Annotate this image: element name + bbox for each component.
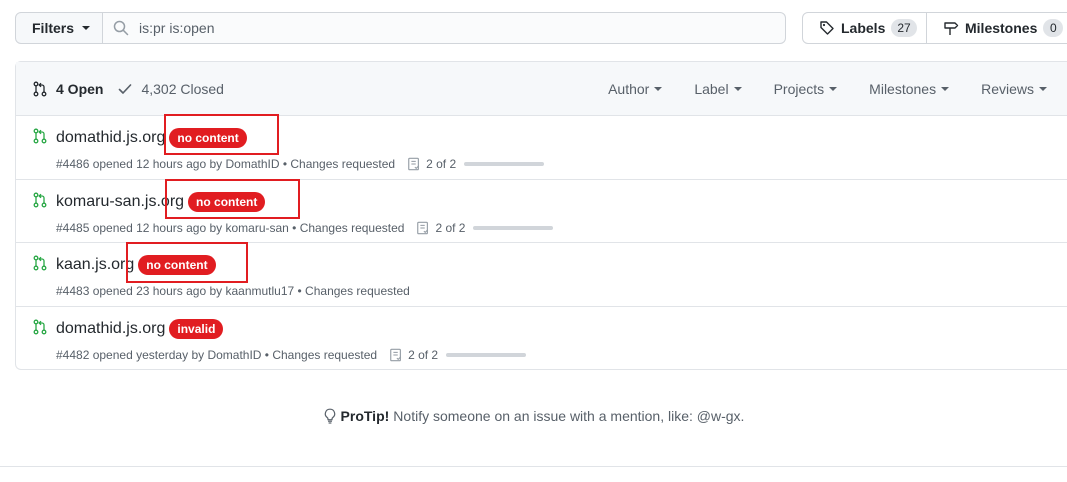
milestones-label: Milestones [965, 20, 1038, 36]
meta-text: #4483 opened 23 hours ago by kaanmutlu17… [56, 284, 410, 298]
protip-text: Notify someone on an issue with a mentio… [393, 408, 745, 424]
pull-request-meta: #4483 opened 23 hours ago by kaanmutlu17… [56, 284, 410, 298]
chevron-down-icon [654, 87, 663, 91]
task-progress[interactable]: 2 of 2 [407, 157, 545, 171]
milestones-count: 0 [1043, 19, 1064, 37]
milestones-button[interactable]: Milestones 0 [927, 12, 1067, 44]
open-count: 4 Open [56, 80, 104, 97]
title-line: domathid.js.org invalid [56, 318, 224, 339]
chevron-down-icon [733, 87, 742, 91]
pull-request-title[interactable]: domathid.js.org [56, 129, 165, 147]
annotation-highlight [165, 179, 300, 219]
filter-search-group: Filters [15, 12, 786, 44]
meta-text: #4485 opened 12 hours ago by komaru-san … [56, 220, 405, 235]
task-count: 2 of 2 [435, 220, 466, 235]
search-icon [113, 20, 129, 36]
pull-request-title[interactable]: domathid.js.org [56, 320, 165, 338]
closed-count: 4,302 Closed [141, 80, 224, 97]
task-count: 2 of 2 [426, 157, 457, 171]
open-pull-request-icon [33, 128, 47, 144]
label-filter-label: Label [694, 81, 729, 97]
footer-divider [0, 466, 1067, 467]
labels-button[interactable]: Labels 27 [802, 12, 927, 44]
projects-filter[interactable]: Projects [774, 81, 838, 97]
progress-bar [446, 352, 527, 357]
meta-text: #4482 opened yesterday by DomathID • Cha… [56, 347, 378, 362]
search-input[interactable] [139, 20, 539, 36]
task-progress[interactable]: 2 of 2 [389, 347, 527, 362]
list-header: 4 Open 4,302 Closed Author Label Project… [16, 62, 1067, 116]
milestones-filter-label: Milestones [869, 81, 937, 97]
labels-milestones-nav: Labels 27 Milestones 0 [802, 12, 1067, 44]
open-pull-request-icon [33, 319, 47, 334]
task-count: 2 of 2 [408, 347, 439, 362]
task-progress[interactable]: 2 of 2 [416, 220, 554, 235]
label-filter[interactable]: Label [694, 81, 742, 97]
annotation-highlight [164, 114, 279, 155]
annotation-highlight [126, 242, 248, 283]
labels-label: Labels [841, 20, 886, 36]
label-badge[interactable]: invalid [169, 318, 224, 339]
meta-text: #4486 opened 12 hours ago by DomathID • … [56, 157, 396, 171]
checklist-icon [390, 348, 402, 361]
milestones-filter[interactable]: Milestones [869, 81, 950, 97]
chevron-down-icon [829, 87, 838, 91]
pull-request-title[interactable]: kaan.js.org [56, 256, 134, 274]
checklist-icon [408, 157, 420, 171]
protip-lead: ProTip! [340, 408, 390, 424]
progress-bar [473, 225, 554, 230]
reviews-filter-label: Reviews [981, 81, 1034, 97]
lightbulb-icon [324, 408, 335, 424]
labels-count: 27 [891, 19, 917, 37]
header-filters: Author Label Projects Milestones Reviews [576, 62, 1047, 116]
milestone-icon [943, 20, 959, 36]
pull-request-icon [33, 81, 47, 96]
reviews-filter[interactable]: Reviews [981, 81, 1047, 97]
filters-button[interactable]: Filters [15, 12, 103, 44]
progress-bar [464, 162, 545, 166]
chevron-down-icon [82, 26, 91, 30]
pull-request-meta: #4482 opened yesterday by DomathID • Cha… [56, 347, 527, 362]
projects-filter-label: Projects [773, 81, 825, 97]
checklist-icon [417, 221, 429, 234]
open-pull-request-icon [33, 192, 47, 207]
pull-request-meta: #4485 opened 12 hours ago by komaru-san … [56, 220, 554, 235]
filters-button-label: Filters [32, 20, 75, 36]
protip: ProTip! Notify someone on an issue with … [0, 408, 1067, 424]
toolbar: Filters Labels 27 Milestones 0 [15, 12, 1067, 44]
author-filter-label: Author [608, 81, 650, 97]
pull-request-meta: #4486 opened 12 hours ago by DomathID • … [56, 157, 545, 171]
chevron-down-icon [941, 87, 950, 91]
open-filter-link[interactable]: 4 Open [32, 81, 103, 97]
closed-filter-link[interactable]: 4,302 Closed [117, 81, 224, 97]
tag-icon [819, 20, 835, 36]
search-field[interactable] [103, 12, 786, 44]
open-pull-request-icon [33, 255, 47, 271]
list-item: domathid.js.org invalid #4482 opened yes… [16, 307, 1067, 371]
check-icon [119, 83, 132, 94]
author-filter[interactable]: Author [608, 81, 663, 97]
chevron-down-icon [1039, 87, 1047, 91]
